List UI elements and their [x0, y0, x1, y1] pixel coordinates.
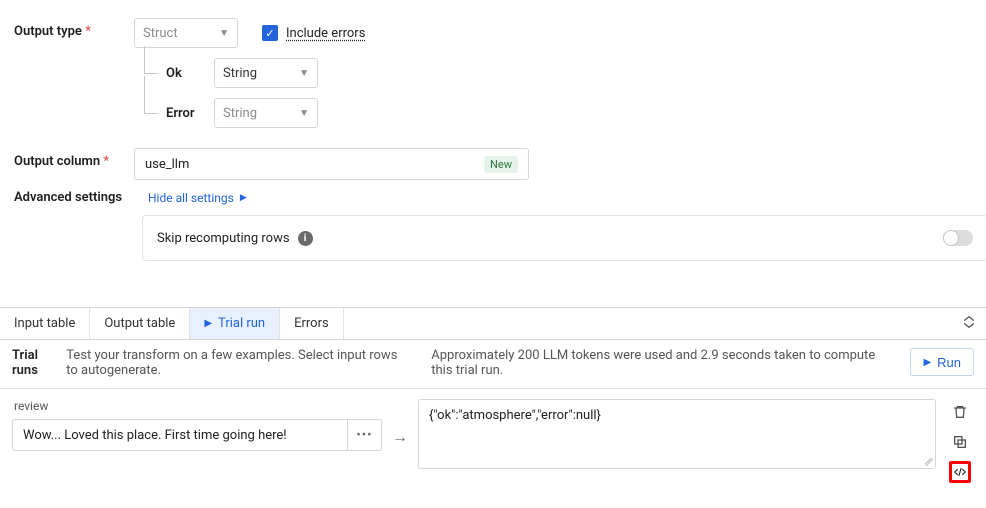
expand-panel-icon[interactable]: [952, 309, 986, 339]
hide-settings-link[interactable]: Hide all settings ▶: [148, 191, 247, 205]
tab-output-table[interactable]: Output table: [90, 308, 190, 339]
hide-settings-text: Hide all settings: [148, 191, 234, 205]
trial-input-field[interactable]: Wow... Loved this place. First time goin…: [12, 419, 382, 451]
chevron-down-icon: ▼: [219, 28, 229, 39]
code-icon[interactable]: [949, 461, 971, 483]
tab-errors[interactable]: Errors: [280, 308, 344, 339]
error-type-value: String: [223, 106, 257, 121]
error-type-select[interactable]: String ▼: [214, 98, 318, 128]
run-button[interactable]: ▶ Run: [910, 348, 974, 376]
trial-result-value: {"ok":"atmosphere","error":null}: [429, 408, 601, 423]
error-field-label: Error: [166, 106, 214, 121]
ok-type-value: String: [223, 66, 257, 81]
tab-trial-run-label: Trial run: [218, 316, 265, 331]
skip-recomputing-row: Skip recomputing rows i: [142, 215, 986, 261]
arrow-right-icon: →: [392, 399, 408, 447]
tabs: Input table Output table ▶ Trial run Err…: [0, 308, 986, 340]
tree-connector-icon: [134, 98, 166, 128]
skip-recomputing-toggle[interactable]: [943, 230, 973, 246]
output-type-value: Struct: [143, 26, 178, 41]
info-icon[interactable]: i: [298, 231, 313, 246]
output-type-label: Output type: [14, 18, 134, 39]
trial-input-value: Wow... Loved this place. First time goin…: [13, 428, 347, 443]
input-menu-button[interactable]: •••: [347, 420, 381, 450]
ok-field-label: Ok: [166, 66, 214, 81]
new-badge: New: [484, 156, 518, 173]
tree-connector-icon: [134, 58, 166, 88]
trial-input-header: review: [12, 399, 382, 413]
advanced-settings-label: Advanced settings: [14, 190, 134, 205]
tab-trial-run[interactable]: ▶ Trial run: [190, 308, 280, 339]
chevron-right-icon: ▶: [240, 193, 247, 203]
copy-icon[interactable]: [949, 431, 971, 453]
include-errors-checkbox[interactable]: ✓: [262, 25, 278, 41]
ok-type-select[interactable]: String ▼: [214, 58, 318, 88]
output-column-label: Output column: [14, 148, 134, 169]
chevron-down-icon: ▼: [299, 68, 309, 79]
trial-result-box[interactable]: {"ok":"atmosphere","error":null}: [418, 399, 936, 469]
run-button-label: Run: [937, 355, 961, 370]
skip-recomputing-label: Skip recomputing rows: [157, 231, 290, 246]
chevron-down-icon: ▼: [299, 108, 309, 119]
tab-input-table[interactable]: Input table: [0, 308, 90, 339]
output-column-value: use_llm: [145, 157, 189, 172]
play-icon: ▶: [923, 357, 931, 368]
trial-runs-title: Trial runs: [12, 348, 56, 378]
play-icon: ▶: [204, 318, 212, 329]
output-column-input[interactable]: use_llm New: [134, 148, 529, 180]
trial-stats: Approximately 200 LLM tokens were used a…: [431, 348, 890, 378]
include-errors-label: Include errors: [286, 26, 365, 41]
output-type-select[interactable]: Struct ▼: [134, 18, 238, 48]
trial-runs-desc: Test your transform on a few examples. S…: [66, 348, 411, 378]
delete-icon[interactable]: [949, 401, 971, 423]
